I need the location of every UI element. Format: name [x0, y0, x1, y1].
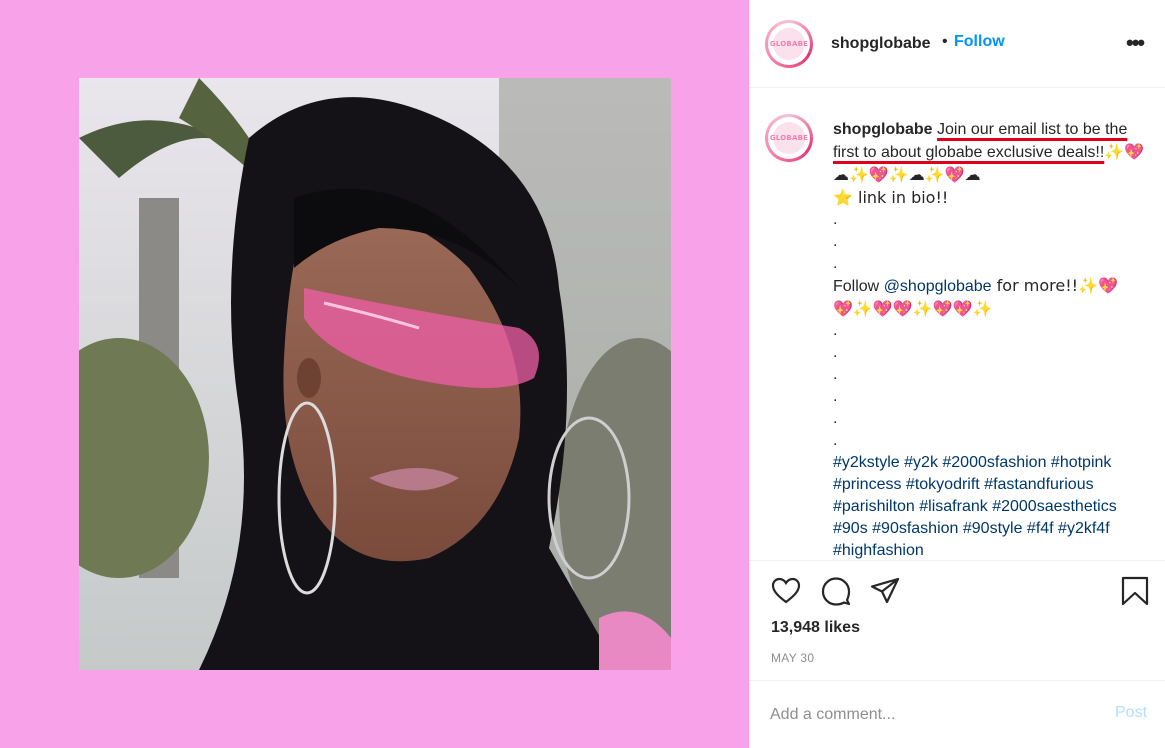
caption-dot: .	[833, 344, 838, 361]
comment-icon[interactable]	[820, 575, 852, 607]
comment-bar: Post	[750, 680, 1165, 748]
caption-link-in-bio: ⭐ link in bio!!	[833, 188, 949, 207]
caption-follow-prefix: Follow	[833, 278, 884, 295]
post-header: GLOBABE shopglobabe • Follow •••	[750, 0, 1165, 88]
caption-follow-suffix: for more!!✨💖	[991, 276, 1118, 295]
post-comment-button[interactable]: Post	[1115, 704, 1147, 722]
caption-dot: .	[833, 432, 838, 449]
separator-dot: •	[942, 33, 948, 50]
share-icon[interactable]	[869, 575, 901, 607]
caption-dot: .	[833, 255, 838, 272]
caption-dot: .	[833, 322, 838, 339]
avatar-logo: GLOBABE	[770, 28, 808, 60]
post-photo-illustration	[79, 78, 671, 670]
caption-follow-line: Follow @shopglobabe for more!!✨💖	[833, 275, 1153, 298]
post-photo[interactable]	[79, 78, 671, 670]
caption-emoji-row-2: 💖✨💖💖✨💖💖✨	[833, 299, 993, 318]
caption-text: shopglobabe Join our email list to be th…	[833, 119, 1153, 559]
avatar[interactable]: GLOBABE	[765, 20, 813, 68]
post-date[interactable]: MAY 30	[771, 651, 814, 665]
more-options-icon[interactable]: •••	[1126, 30, 1145, 56]
caption-hashtags[interactable]: #y2kstyle #y2k #2000sfashion #hotpink #p…	[833, 452, 1153, 559]
post-sidebar: GLOBABE shopglobabe • Follow ••• GLOBABE…	[749, 0, 1165, 748]
media-pane	[0, 0, 749, 748]
caption-dot: .	[833, 366, 838, 383]
likes-count[interactable]: 13,948 likes	[771, 619, 860, 637]
caption-avatar-logo: GLOBABE	[770, 122, 808, 154]
caption-dot: .	[833, 388, 838, 405]
caption-dot: .	[833, 410, 838, 427]
comment-input[interactable]	[770, 703, 1090, 727]
caption-area[interactable]: GLOBABE shopglobabe Join our email list …	[750, 89, 1165, 559]
caption-dot: .	[833, 211, 838, 228]
caption-avatar[interactable]: GLOBABE	[765, 114, 813, 162]
caption-dot: .	[833, 233, 838, 250]
action-bar: 13,948 likes MAY 30	[750, 560, 1165, 680]
caption-username[interactable]: shopglobabe	[833, 121, 933, 138]
caption-mention-link[interactable]: @shopglobabe	[884, 278, 992, 295]
bookmark-icon[interactable]	[1119, 575, 1151, 607]
header-username[interactable]: shopglobabe	[831, 35, 931, 53]
heart-icon[interactable]	[770, 575, 802, 607]
follow-button[interactable]: Follow	[954, 33, 1005, 51]
